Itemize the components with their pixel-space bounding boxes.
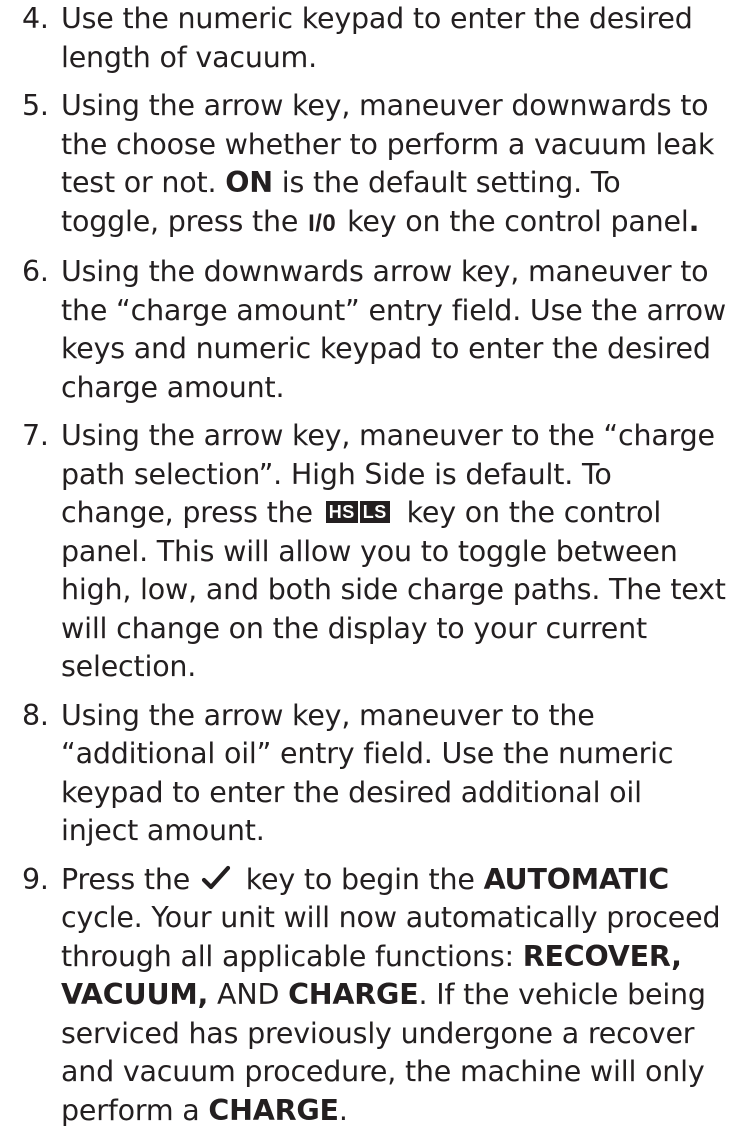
step-7: 7. Using the arrow key, maneuver to the … [22,417,727,687]
step-text: Use the numeric keypad to enter the desi… [61,0,727,77]
step-text: Using the arrow key, maneuver to the “ch… [61,417,727,687]
step-text: Press the key to begin the AUTOMATIC cyc… [61,861,727,1130]
step-text-part: Press the [61,863,199,896]
ls-key-label: LS [360,501,390,523]
hs-ls-key-icon: HSLS [326,501,390,523]
step-number: 4. [22,0,61,39]
bold-term-on: ON [225,166,273,199]
step-number: 6. [22,253,61,292]
step-number: 9. [22,861,61,900]
step-text-part: key on the control panel [338,205,688,238]
step-text-part: key to begin the [237,863,484,896]
step-number: 8. [22,697,61,736]
checkmark-icon [201,865,231,891]
step-8: 8. Using the arrow key, maneuver to the … [22,697,727,851]
step-6: 6. Using the downwards arrow key, maneuv… [22,253,727,407]
step-number: 5. [22,87,61,126]
step-number: 7. [22,417,61,456]
bold-period: . [689,205,700,238]
manual-page: { "colors": { "text": "#231f20", "key_bg… [0,0,729,972]
step-text: Using the downwards arrow key, maneuver … [61,253,727,407]
step-text-part: . [339,1094,348,1127]
bold-term-charge: CHARGE [288,978,418,1011]
step-text: Using the arrow key, maneuver downwards … [61,87,727,243]
step-9: 9. Press the key to begin the AUTOMATIC … [22,861,727,1130]
step-text-part: AND [208,978,288,1011]
step-text: Using the arrow key, maneuver to the “ad… [61,697,727,851]
bold-term-charge: CHARGE [208,1094,338,1127]
bold-term-automatic: AUTOMATIC [484,863,669,896]
step-4: 4. Use the numeric keypad to enter the d… [22,0,727,77]
io-key-label: I/0 [307,210,338,237]
step-5: 5. Using the arrow key, maneuver downwar… [22,87,727,243]
hs-key-label: HS [326,501,358,523]
instruction-steps: 4. Use the numeric keypad to enter the d… [22,0,727,1130]
